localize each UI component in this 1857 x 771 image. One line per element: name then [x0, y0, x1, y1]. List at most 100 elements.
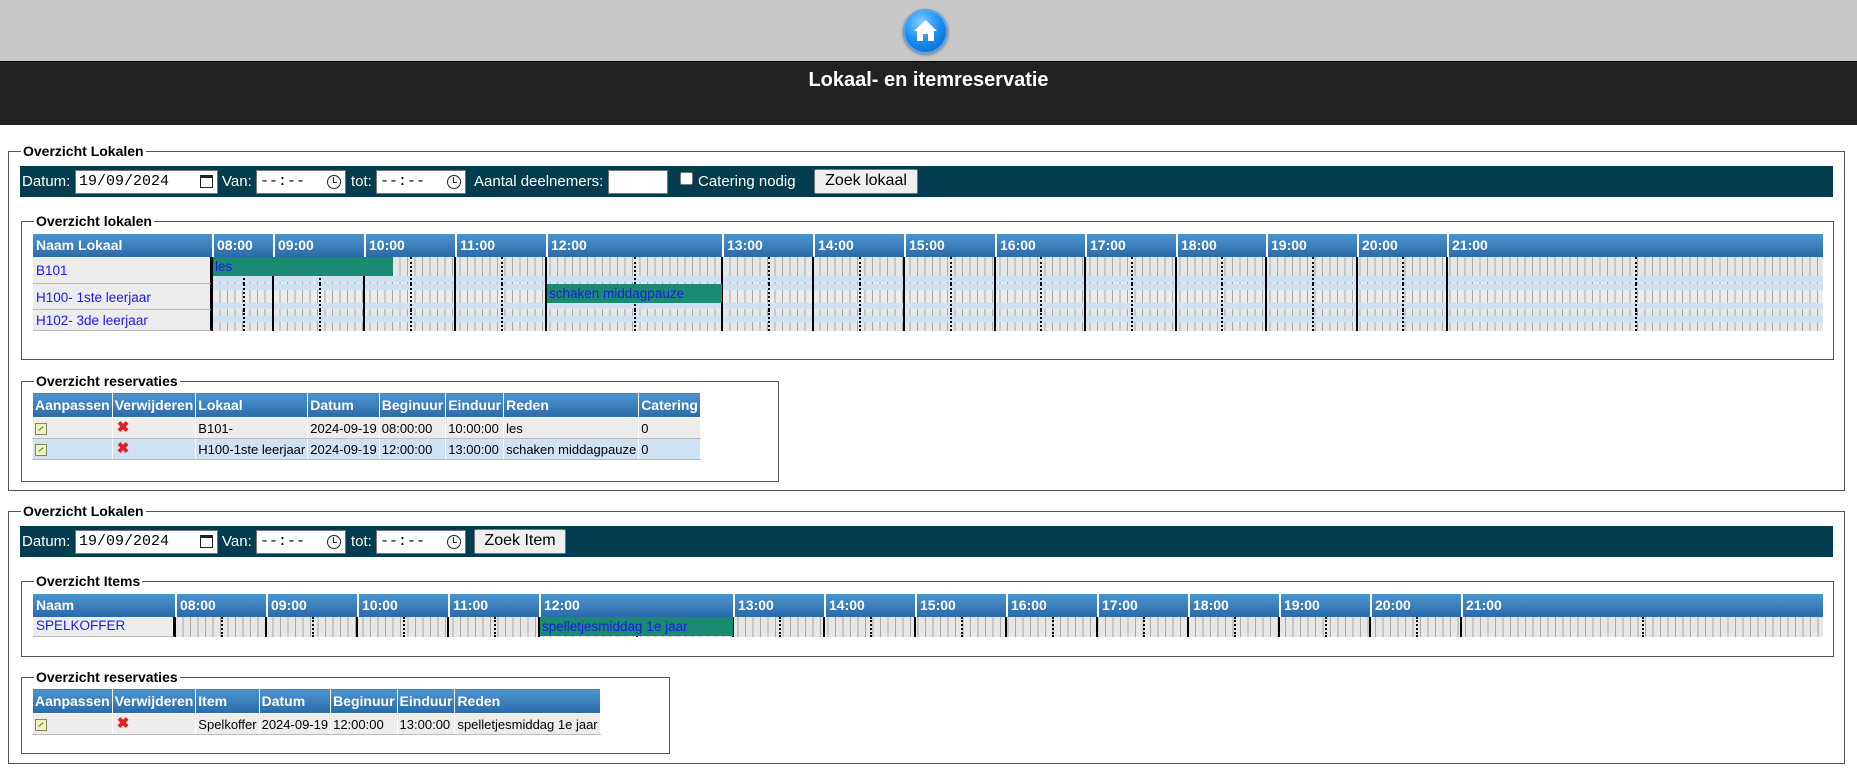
- page-title: Lokaal- en itemreservatie: [808, 69, 1049, 91]
- hour-divider: [1175, 257, 1177, 284]
- participants-input[interactable]: [608, 170, 668, 194]
- hour-divider: [363, 310, 365, 331]
- calendar-icon[interactable]: [200, 175, 213, 188]
- to-time-input[interactable]: --:--: [376, 530, 466, 554]
- search-room-button[interactable]: Zoek lokaal: [814, 169, 918, 194]
- half-hour-divider: [768, 284, 770, 310]
- half-hour-divider: [410, 257, 412, 284]
- hour-divider: [914, 617, 916, 637]
- to-time-input[interactable]: --:--: [376, 170, 466, 194]
- hour-divider: [272, 310, 274, 331]
- hour-divider: [1175, 310, 1177, 331]
- half-hour-divider: [859, 257, 861, 284]
- edit-icon[interactable]: [35, 718, 47, 731]
- resource-name-link[interactable]: H100- 1ste leerjaar: [33, 284, 212, 310]
- hour-header: 17:00: [1097, 594, 1188, 617]
- half-hour-divider: [779, 617, 781, 637]
- column-header: Beginuur: [378, 392, 447, 418]
- to-time-value: --:--: [380, 173, 426, 190]
- hour-header: 21:00: [1447, 234, 1823, 257]
- participants-label: Aantal deelnemers:: [474, 173, 604, 190]
- half-hour-divider: [1131, 257, 1133, 284]
- search-item-button[interactable]: Zoek Item: [474, 529, 566, 554]
- hour-header: 11:00: [448, 594, 539, 617]
- title-bar: Lokaal- en itemreservatie: [0, 61, 1857, 125]
- hour-divider: [812, 310, 814, 331]
- cell-catering: 0: [638, 417, 701, 439]
- hour-divider: [447, 617, 449, 637]
- timeline-row: H102- 3de leerjaar: [33, 310, 1823, 331]
- delete-cell: ✖: [111, 417, 197, 439]
- items-overview: Overzicht Items Naam 08:00 09:00 10:00 11:0…: [21, 573, 1834, 657]
- column-header: Aanpassen: [32, 392, 113, 418]
- hour-header: 10:00: [364, 234, 455, 257]
- hour-header: 08:00: [175, 594, 266, 617]
- date-input[interactable]: 19/09/2024: [75, 170, 218, 194]
- date-label: Datum:: [22, 173, 71, 190]
- hour-header: 17:00: [1085, 234, 1176, 257]
- resource-name-link[interactable]: H102- 3de leerjaar: [33, 310, 212, 331]
- home-button[interactable]: [903, 9, 948, 54]
- delete-icon[interactable]: ✖: [117, 420, 130, 435]
- column-header: Verwijderen: [111, 688, 197, 714]
- hour-header: 20:00: [1370, 594, 1461, 617]
- edit-icon[interactable]: [35, 443, 47, 456]
- rooms-reservations: Overzicht reservaties Aanpassen Verwijder…: [21, 373, 779, 482]
- half-hour-divider: [1635, 310, 1637, 331]
- catering-checkbox[interactable]: [680, 172, 693, 185]
- clock-icon[interactable]: [447, 175, 461, 189]
- half-hour-divider: [961, 617, 963, 637]
- column-header: Verwijderen: [111, 392, 197, 418]
- reservation-block[interactable]: schaken middagpauze: [547, 284, 722, 303]
- rooms-section: Overzicht Lokalen Datum: 19/09/2024 Van:…: [8, 143, 1845, 491]
- delete-icon[interactable]: ✖: [117, 716, 130, 731]
- reservation-block[interactable]: spelletjesmiddag 1e jaar: [540, 617, 733, 636]
- half-hour-divider: [870, 617, 872, 637]
- hour-divider: [174, 617, 176, 637]
- hour-divider: [1084, 284, 1086, 310]
- clock-icon[interactable]: [327, 175, 341, 189]
- column-header: Datum: [307, 392, 380, 418]
- edit-icon[interactable]: [35, 422, 47, 435]
- half-hour-divider: [1642, 617, 1644, 637]
- delete-icon[interactable]: ✖: [117, 441, 130, 456]
- hour-header: 13:00: [733, 594, 824, 617]
- home-icon: [914, 20, 937, 41]
- items-section: Overzicht Lokalen Datum: 19/09/2024 Van:…: [8, 503, 1845, 764]
- half-hour-divider: [501, 257, 503, 284]
- hour-divider: [1175, 284, 1177, 310]
- cell-datum: 2024-09-19: [307, 417, 380, 439]
- from-label: Van:: [222, 173, 252, 190]
- hour-divider: [1446, 310, 1448, 331]
- hour-header: 18:00: [1176, 234, 1266, 257]
- hour-divider: [1187, 617, 1189, 637]
- hour-divider: [363, 284, 365, 310]
- half-hour-divider: [319, 310, 321, 331]
- edit-cell: [32, 713, 113, 735]
- rooms-section-legend: Overzicht Lokalen: [21, 143, 146, 159]
- cell-lokaal: B101-: [195, 417, 309, 439]
- calendar-icon[interactable]: [200, 535, 213, 548]
- column-header: Reden: [503, 392, 640, 418]
- half-hour-divider: [1040, 310, 1042, 331]
- time-slot-grid[interactable]: [175, 617, 1823, 637]
- clock-icon[interactable]: [327, 535, 341, 549]
- from-time-input[interactable]: --:--: [256, 170, 346, 194]
- resource-name-link[interactable]: B101: [33, 257, 212, 284]
- delete-cell: ✖: [111, 438, 197, 460]
- rooms-search-bar: Datum: 19/09/2024 Van: --:-- tot: --:-- …: [20, 166, 1833, 197]
- cell-reden: schaken middagpauze: [503, 438, 640, 460]
- reservation-block[interactable]: les: [213, 257, 393, 276]
- clock-icon[interactable]: [447, 535, 461, 549]
- half-hour-divider: [1416, 617, 1418, 637]
- hour-divider: [1084, 310, 1086, 331]
- items-section-legend: Overzicht Lokalen: [21, 503, 146, 519]
- date-input[interactable]: 19/09/2024: [75, 530, 218, 554]
- date-label: Datum:: [22, 533, 71, 550]
- cell-reden: spelletjesmiddag 1e jaar: [454, 713, 601, 735]
- rooms-overview-legend: Overzicht lokalen: [34, 213, 154, 229]
- cell-eind: 13:00:00: [445, 438, 505, 460]
- hour-header: 16:00: [1006, 594, 1097, 617]
- resource-name-link[interactable]: SPELKOFFER: [33, 617, 175, 637]
- from-time-input[interactable]: --:--: [256, 530, 346, 554]
